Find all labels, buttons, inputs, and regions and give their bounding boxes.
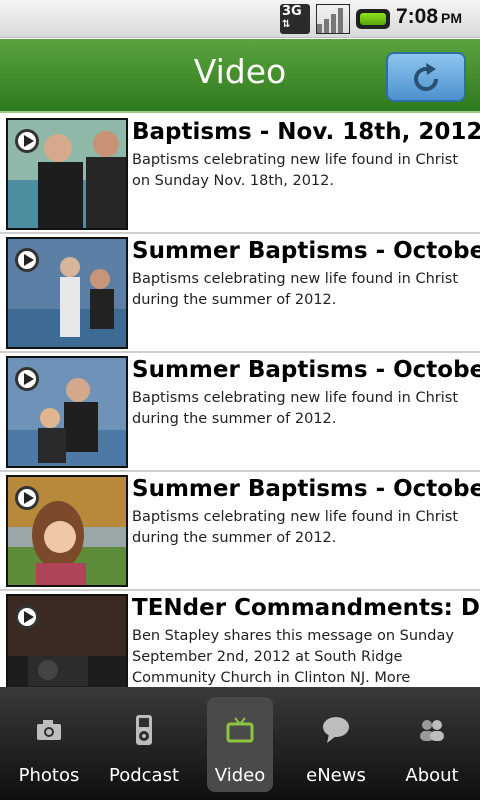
tab-video[interactable]: Video	[207, 697, 273, 792]
video-title: Baptisms - Nov. 18th, 2012	[132, 119, 480, 145]
tab-enews[interactable]: eNews	[303, 697, 369, 792]
tab-podcast[interactable]: Podcast	[109, 697, 179, 792]
play-icon	[15, 248, 39, 272]
video-description: Ben Stapley shares this message on Sunda…	[132, 628, 454, 686]
video-list: Baptisms - Nov. 18th, 2012 Baptisms cele…	[0, 115, 480, 687]
battery-icon	[356, 9, 390, 29]
refresh-icon	[414, 63, 439, 92]
network-3g-icon: 3G ⇅	[280, 4, 310, 34]
video-thumbnail[interactable]	[6, 356, 128, 468]
video-description: Baptisms celebrating new life found in C…	[132, 390, 459, 427]
tab-label: Photos	[18, 765, 80, 786]
tab-label: eNews	[306, 765, 366, 786]
video-item[interactable]: Summer Baptisms - October 2 Baptisms cel…	[0, 234, 480, 353]
video-title: Summer Baptisms - October 1	[132, 476, 480, 502]
signal-strength-icon	[316, 4, 350, 34]
play-icon	[15, 605, 39, 629]
clock-ampm: PM	[441, 10, 463, 26]
video-title: Summer Baptisms - October 2	[132, 238, 480, 264]
video-item[interactable]: Summer Baptisms - October 1 Baptisms cel…	[0, 472, 480, 591]
tab-label: Podcast	[108, 765, 179, 786]
video-item[interactable]: TENder Commandments: Do N Ben Stapley sh…	[0, 591, 480, 687]
video-description: Baptisms celebrating new life found in C…	[132, 509, 459, 546]
video-title: Summer Baptisms - October 2	[132, 357, 480, 383]
speech-bubble-icon	[323, 717, 349, 743]
tab-photos[interactable]: Photos	[16, 697, 82, 792]
title-bar: Video	[0, 39, 480, 113]
tab-label: Video	[214, 765, 266, 786]
video-title: TENder Commandments: Do N	[132, 595, 480, 621]
clock-time: 7:08	[396, 5, 439, 28]
play-icon	[15, 367, 39, 391]
tab-about[interactable]: About	[399, 697, 465, 792]
tab-label: About	[405, 765, 459, 786]
video-item[interactable]: Baptisms - Nov. 18th, 2012 Baptisms cele…	[0, 115, 480, 234]
video-thumbnail[interactable]	[6, 475, 128, 587]
status-bar: 3G ⇅ 7:08 PM	[0, 0, 480, 38]
video-thumbnail[interactable]	[6, 594, 128, 687]
people-icon	[420, 720, 444, 741]
video-thumbnail[interactable]	[6, 118, 128, 230]
bottom-tab-bar: Photos Podcast Video eNews About	[0, 687, 480, 800]
camera-icon	[37, 720, 61, 740]
refresh-button[interactable]	[386, 52, 466, 102]
video-thumbnail[interactable]	[6, 237, 128, 349]
clock: 7:08 PM	[396, 5, 462, 29]
video-item[interactable]: Summer Baptisms - October 2 Baptisms cel…	[0, 353, 480, 472]
play-icon	[15, 486, 39, 510]
video-description: Baptisms celebrating new life found in C…	[132, 152, 459, 189]
network-label: 3G	[282, 4, 302, 19]
battery-level	[360, 13, 386, 25]
tv-icon	[226, 717, 254, 743]
video-description: Baptisms celebrating new life found in C…	[132, 271, 459, 308]
ipod-icon	[136, 715, 152, 745]
play-icon	[15, 129, 39, 153]
